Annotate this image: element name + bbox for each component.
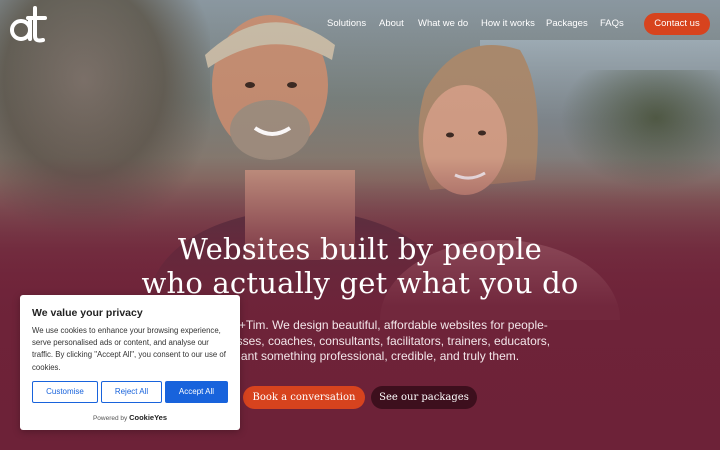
powered-by-label: Powered by (92, 415, 128, 422)
nav-item-solutions[interactable]: Solutions (327, 18, 366, 29)
nav-item-what-we-do[interactable]: What we do (418, 18, 468, 29)
cookie-consent-banner: We value your privacy We use cookies to … (20, 295, 240, 430)
nav-item-packages[interactable]: Packages (546, 18, 588, 29)
cookie-banner-text: We use cookies to enhance your browsing … (32, 326, 226, 372)
hero-headline-line-1: Websites built by people (177, 232, 543, 266)
cookie-accept-all-button[interactable]: Accept All (165, 381, 228, 403)
see-packages-button[interactable]: See our packages (371, 386, 477, 409)
cookieyes-logo: CookieYes (129, 413, 168, 422)
cookie-banner-title: We value your privacy (32, 307, 143, 319)
nav-item-how-it-works[interactable]: How it works (481, 18, 535, 29)
nav-item-about[interactable]: About (379, 18, 404, 29)
cookie-powered-by: Powered by CookieYes (20, 413, 240, 422)
nav-item-faqs[interactable]: FAQs (600, 18, 624, 29)
cookie-customise-button[interactable]: Customise (32, 381, 98, 403)
hero-headline: Websites built by people who actually ge… (110, 232, 610, 300)
main-navigation: Solutions About What we do How it works … (0, 0, 720, 48)
contact-us-button[interactable]: Contact us (644, 13, 710, 35)
book-conversation-button[interactable]: Book a conversation (243, 386, 365, 409)
cookie-reject-all-button[interactable]: Reject All (101, 381, 162, 403)
